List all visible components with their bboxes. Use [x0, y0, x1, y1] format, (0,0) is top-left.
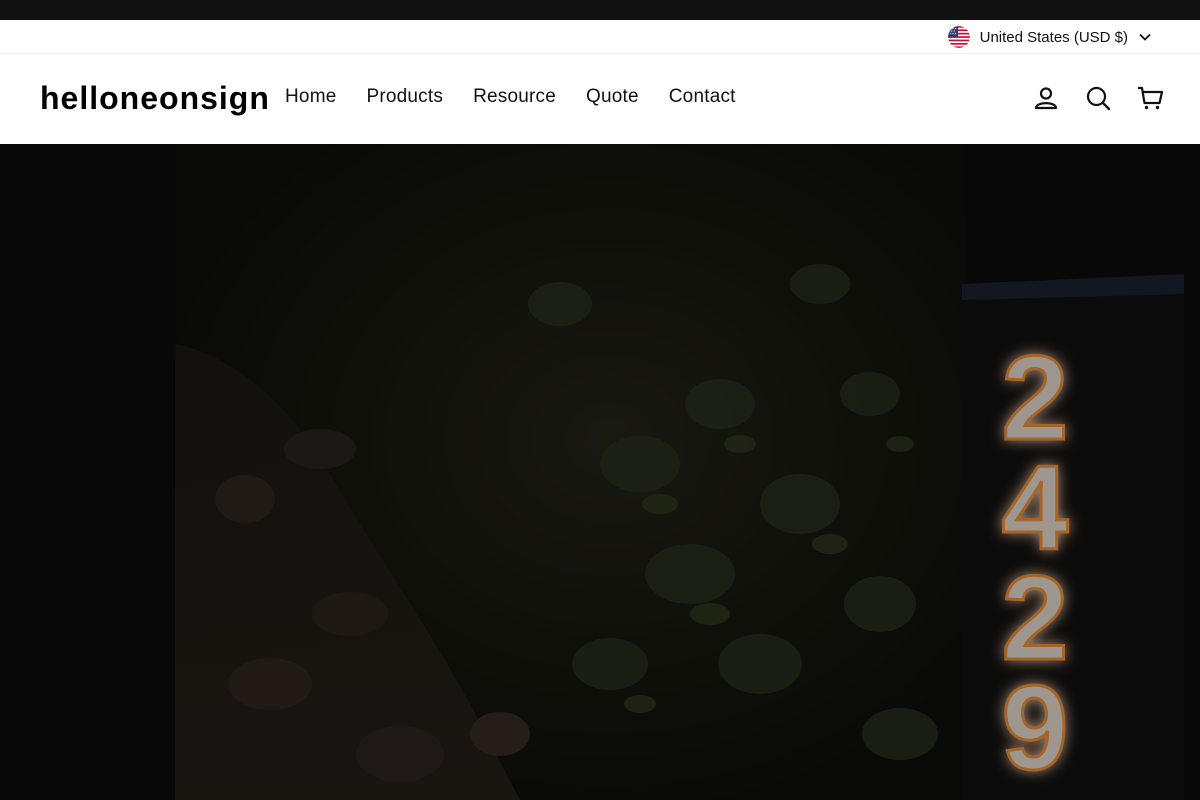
- us-flag-icon: [947, 26, 970, 48]
- nav-quote[interactable]: Quote: [571, 86, 654, 108]
- cart-icon: [1138, 86, 1164, 110]
- site-header: helloneonsign Home Products Resource Quo…: [0, 54, 1200, 144]
- nav-products[interactable]: Products: [351, 86, 458, 108]
- header-icons: [1032, 84, 1164, 112]
- search-icon: [1086, 86, 1111, 111]
- nav-contact[interactable]: Contact: [654, 86, 751, 108]
- hero-image: 2 4 2 9: [0, 144, 1200, 800]
- search-button[interactable]: [1084, 84, 1112, 112]
- currency-selector[interactable]: United States (USD $): [947, 25, 1152, 49]
- account-button[interactable]: [1032, 84, 1060, 112]
- hero-banner: 2 4 2 9: [0, 144, 1200, 800]
- utility-bar: United States (USD $): [0, 20, 1200, 54]
- chevron-down-icon: [1139, 33, 1151, 41]
- site-logo[interactable]: helloneonsign: [40, 80, 270, 117]
- cart-button[interactable]: [1136, 84, 1164, 112]
- nav-resource[interactable]: Resource: [458, 86, 571, 108]
- account-icon: [1034, 87, 1058, 110]
- main-nav: Home Products Resource Quote Contact: [270, 86, 751, 108]
- announcement-bar: [0, 0, 1200, 20]
- nav-home[interactable]: Home: [270, 86, 351, 108]
- currency-label: United States (USD $): [979, 28, 1128, 46]
